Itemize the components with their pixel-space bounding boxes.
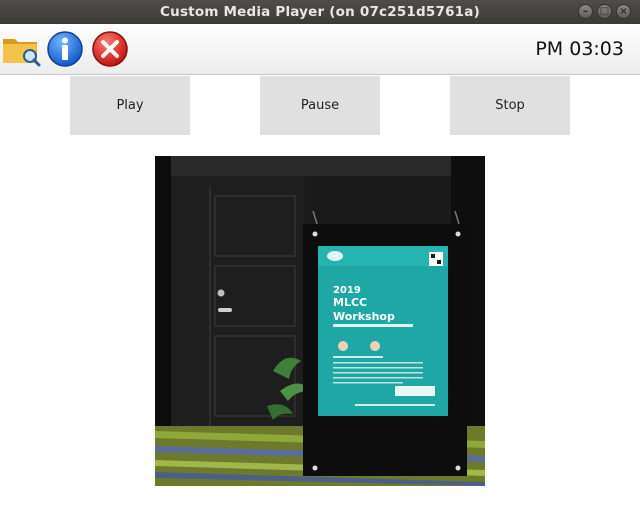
stop-button[interactable]: Stop <box>450 76 570 135</box>
clock-display: PM 03:03 <box>535 38 624 60</box>
info-button[interactable] <box>44 28 86 70</box>
pause-button[interactable]: Pause <box>260 76 380 135</box>
title-bar: Custom Media Player (on 07c251d5761a) – … <box>0 0 640 24</box>
open-file-button[interactable] <box>0 28 42 70</box>
play-button[interactable]: Play <box>70 76 190 135</box>
poster-year: 2019 <box>333 285 361 296</box>
exit-button[interactable] <box>89 28 131 70</box>
maximize-icon[interactable]: □ <box>597 4 612 19</box>
minimize-icon[interactable]: – <box>578 4 593 19</box>
poster-line1: MLCC <box>333 296 367 309</box>
video-scene: 2019 MLCC Workshop <box>155 156 485 486</box>
info-icon <box>47 31 83 67</box>
video-frame: 2019 MLCC Workshop <box>155 156 485 486</box>
window-title: Custom Media Player (on 07c251d5761a) <box>160 4 480 20</box>
folder-search-icon <box>3 39 41 67</box>
close-icon[interactable]: × <box>616 4 631 19</box>
toolbar: PM 03:03 <box>0 24 640 75</box>
poster-line2: Workshop <box>333 310 395 323</box>
exit-icon <box>92 31 128 67</box>
